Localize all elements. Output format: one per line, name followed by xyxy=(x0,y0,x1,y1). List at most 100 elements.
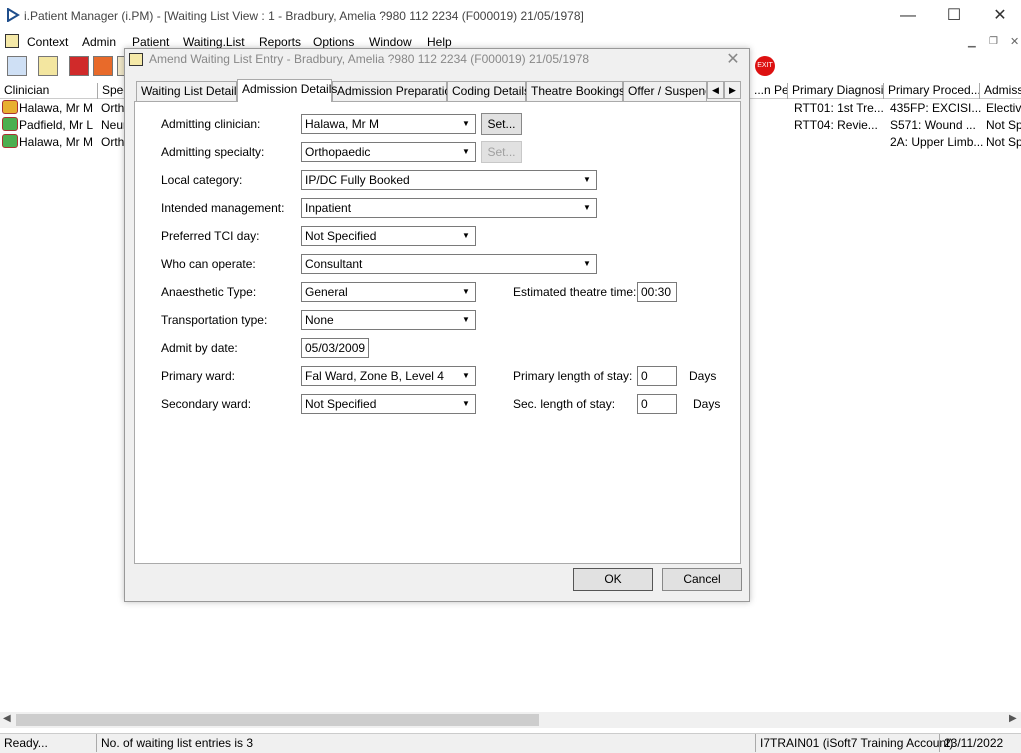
primary-los-days-label: Days xyxy=(689,369,717,383)
row2-clinician[interactable]: Padfield, Mr L xyxy=(19,118,93,132)
col-admission[interactable]: Admissi xyxy=(980,83,1021,99)
row1-procedure[interactable]: 435FP: EXCISI... xyxy=(890,101,981,115)
col-primary-procedure[interactable]: Primary Proced... xyxy=(884,83,980,99)
sec-length-of-stay-label: Sec. length of stay: xyxy=(513,397,616,411)
dropdown-arrow-icon[interactable]: ▼ xyxy=(458,116,474,132)
waiting-entry-icon xyxy=(2,134,18,148)
col-primary-diagnosis[interactable]: Primary Diagnosis xyxy=(788,83,884,99)
col-clinician[interactable]: Clinician xyxy=(0,83,98,99)
status-date: 23/11/2022 xyxy=(939,734,1009,752)
tab-admission-details[interactable]: Admission Details xyxy=(237,79,337,102)
menu-admin[interactable]: Admin xyxy=(82,35,116,49)
minimize-button[interactable]: — xyxy=(885,0,931,32)
primary-ward-select[interactable]: Fal Ward, Zone B, Level 4 ▼ xyxy=(301,366,476,386)
menu-reports[interactable]: Reports xyxy=(259,35,301,49)
patient-icon[interactable] xyxy=(7,56,27,76)
tab-waiting-list-details[interactable]: Waiting List Details xyxy=(136,81,243,101)
book-icon[interactable] xyxy=(69,56,89,76)
row1-admission[interactable]: Elective xyxy=(986,101,1021,115)
row2-procedure[interactable]: S571: Wound ... xyxy=(890,118,976,132)
row2-diagnosis[interactable]: RTT04: Revie... xyxy=(794,118,878,132)
tab-offer-suspend[interactable]: Offer / Suspend xyxy=(623,81,707,101)
primary-length-of-stay-input[interactable]: 0 xyxy=(637,366,677,386)
who-can-operate-select[interactable]: Consultant ▼ xyxy=(301,254,597,274)
close-button[interactable]: ✕ xyxy=(977,0,1021,32)
admitting-specialty-select[interactable]: Orthopaedic ▼ xyxy=(301,142,476,162)
status-entries: No. of waiting list entries is 3 xyxy=(96,734,750,752)
dropdown-arrow-icon[interactable]: ▼ xyxy=(458,144,474,160)
preferred-tci-label: Preferred TCI day: xyxy=(161,229,260,243)
row1-diagnosis[interactable]: RTT01: 1st Tre... xyxy=(794,101,884,115)
tab-coding-details[interactable]: Coding Details xyxy=(447,81,530,101)
dropdown-arrow-icon[interactable]: ▼ xyxy=(458,312,474,328)
tab-scroll-right-icon[interactable]: ▶ xyxy=(724,81,741,99)
dropdown-arrow-icon[interactable]: ▼ xyxy=(458,284,474,300)
secondary-ward-label: Secondary ward: xyxy=(161,397,252,411)
exit-icon[interactable]: EXIT xyxy=(755,56,775,76)
estimated-theatre-time-label: Estimated theatre time: xyxy=(513,285,637,299)
mdi-restore-icon[interactable]: ❐ xyxy=(989,36,998,47)
who-can-operate-label: Who can operate: xyxy=(161,257,256,271)
window-title: i.Patient Manager (i.PM) - [Waiting List… xyxy=(24,9,584,23)
intended-management-select[interactable]: Inpatient ▼ xyxy=(301,198,597,218)
row1-spec[interactable]: Ortho xyxy=(101,101,125,115)
menu-options[interactable]: Options xyxy=(313,35,354,49)
dropdown-arrow-icon[interactable]: ▼ xyxy=(458,228,474,244)
tab-scroll-left-icon[interactable]: ◀ xyxy=(707,81,724,99)
set-specialty-button[interactable]: Set... xyxy=(481,141,522,163)
anaesthetic-type-select[interactable]: General ▼ xyxy=(301,282,476,302)
cancel-button[interactable]: Cancel xyxy=(662,568,742,591)
menu-patient[interactable]: Patient xyxy=(132,35,169,49)
transportation-type-label: Transportation type: xyxy=(161,313,268,327)
status-account: I7TRAIN01 (iSoft7 Training Account) xyxy=(755,734,953,752)
anaesthetic-type-label: Anaesthetic Type: xyxy=(161,285,257,299)
admitting-clinician-label: Admitting clinician: xyxy=(161,117,261,131)
row3-spec[interactable]: Ortho xyxy=(101,135,125,149)
local-category-select[interactable]: IP/DC Fully Booked ▼ xyxy=(301,170,597,190)
col-spec[interactable]: Spec xyxy=(98,83,126,99)
menu-help[interactable]: Help xyxy=(427,35,452,49)
row2-spec[interactable]: Neur xyxy=(101,118,125,132)
menu-window[interactable]: Window xyxy=(369,35,412,49)
dropdown-arrow-icon[interactable]: ▼ xyxy=(579,172,595,188)
waiting-entry-icon xyxy=(2,117,18,131)
row3-procedure[interactable]: 2A: Upper Limb... xyxy=(890,135,983,149)
set-clinician-button[interactable]: Set... xyxy=(481,113,522,135)
dropdown-arrow-icon[interactable]: ▼ xyxy=(579,256,595,272)
menu-context[interactable]: Context xyxy=(27,35,68,49)
tab-admission-preparation[interactable]: Admission Preparation xyxy=(332,81,458,101)
admit-by-date-label: Admit by date: xyxy=(161,341,238,355)
row3-admission[interactable]: Not Spe xyxy=(986,135,1021,149)
dropdown-arrow-icon[interactable]: ▼ xyxy=(458,368,474,384)
transportation-type-select[interactable]: None ▼ xyxy=(301,310,476,330)
tab-theatre-bookings[interactable]: Theatre Bookings xyxy=(526,81,625,101)
secondary-ward-select[interactable]: Not Specified ▼ xyxy=(301,394,476,414)
scrollbar-thumb[interactable] xyxy=(16,714,539,726)
sec-length-of-stay-input[interactable]: 0 xyxy=(637,394,677,414)
estimated-theatre-time-input[interactable]: 00:30 xyxy=(637,282,677,302)
admitting-specialty-label: Admitting specialty: xyxy=(161,145,265,159)
col-open-period[interactable]: ...n Per... xyxy=(750,83,788,99)
status-ready: Ready... xyxy=(4,736,48,750)
admitting-clinician-select[interactable]: Halawa, Mr M ▼ xyxy=(301,114,476,134)
row3-clinician[interactable]: Halawa, Mr M xyxy=(19,135,93,149)
edit-book-icon[interactable] xyxy=(93,56,113,76)
menu-waiting-list[interactable]: Waiting.List xyxy=(183,35,245,49)
primary-length-of-stay-label: Primary length of stay: xyxy=(513,369,633,383)
scroll-right-icon[interactable]: ▶ xyxy=(1009,713,1017,724)
dialog-close-icon[interactable]: ✕ xyxy=(720,50,746,70)
scroll-left-icon[interactable]: ◀ xyxy=(3,713,11,724)
dropdown-arrow-icon[interactable]: ▼ xyxy=(579,200,595,216)
mdi-minimize-icon[interactable]: ▁ xyxy=(968,37,976,48)
row2-admission[interactable]: Not Spe xyxy=(986,118,1021,132)
admit-by-date-input[interactable]: 05/03/2009 xyxy=(301,338,369,358)
print-icon[interactable] xyxy=(38,56,58,76)
row1-clinician[interactable]: Halawa, Mr M xyxy=(19,101,93,115)
intended-management-label: Intended management: xyxy=(161,201,285,215)
ok-button[interactable]: OK xyxy=(573,568,653,591)
dropdown-arrow-icon[interactable]: ▼ xyxy=(458,396,474,412)
preferred-tci-select[interactable]: Not Specified ▼ xyxy=(301,226,476,246)
dialog-doc-icon xyxy=(129,53,143,66)
mdi-close-icon[interactable]: ✕ xyxy=(1010,35,1019,48)
maximize-button[interactable]: ☐ xyxy=(931,0,977,32)
